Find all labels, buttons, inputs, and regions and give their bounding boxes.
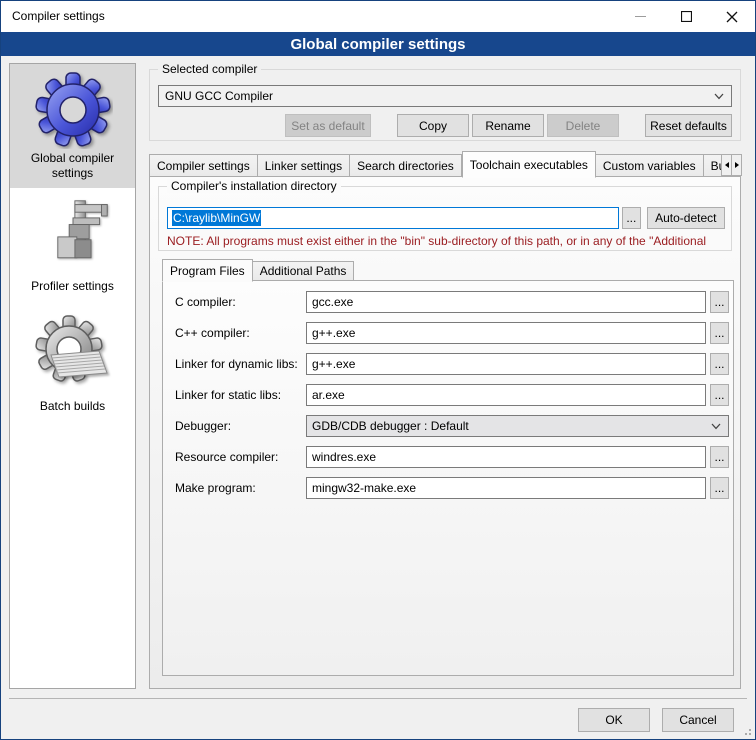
auto-detect-button[interactable]: Auto-detect <box>647 207 725 229</box>
program-files-panel: C compiler: gcc.exe ... C++ compiler: g+… <box>162 280 734 676</box>
field-label: C compiler: <box>175 295 236 309</box>
selected-compiler-group: Selected compiler GNU GCC Compiler Set a… <box>149 69 741 141</box>
browse-button[interactable]: ... <box>710 291 729 313</box>
field-row: Make program: mingw32-make.exe ... <box>163 477 727 499</box>
sidebar-item-batch-builds[interactable]: Batch builds <box>10 304 135 434</box>
tab-toolchain-executables[interactable]: Toolchain executables <box>462 151 596 178</box>
maximize-button[interactable] <box>663 1 709 32</box>
browse-button[interactable]: ... <box>710 477 729 499</box>
tab-program-files[interactable]: Program Files <box>162 259 253 282</box>
field-row: Linker for static libs: ar.exe ... <box>163 384 727 406</box>
maximize-icon <box>681 11 692 22</box>
field-row: C++ compiler: g++.exe ... <box>163 322 727 344</box>
compiler-select-value: GNU GCC Compiler <box>165 89 273 103</box>
close-icon <box>726 11 738 23</box>
browse-button[interactable]: ... <box>710 353 729 375</box>
tab-search-directories[interactable]: Search directories <box>350 154 462 177</box>
resize-grip[interactable] <box>741 725 751 735</box>
minimize-button[interactable] <box>617 1 663 32</box>
linker-dynamic-input[interactable]: g++.exe <box>306 353 706 375</box>
selected-text: C:\raylib\MinGW <box>172 210 261 226</box>
field-label: Make program: <box>175 481 256 495</box>
browse-button[interactable]: ... <box>710 384 729 406</box>
page-title: Global compiler settings <box>290 36 465 53</box>
right-arrow-icon <box>735 162 739 168</box>
tab-additional-paths[interactable]: Additional Paths <box>253 261 355 281</box>
field-row: Linker for dynamic libs: g++.exe ... <box>163 353 727 375</box>
reset-defaults-button[interactable]: Reset defaults <box>645 114 732 137</box>
group-legend: Compiler's installation directory <box>167 179 341 193</box>
sidebar-item-profiler-settings[interactable]: Profiler settings <box>10 188 135 304</box>
browse-directory-button[interactable]: ... <box>622 207 641 229</box>
field-label: Linker for dynamic libs: <box>175 357 298 371</box>
chevron-down-icon <box>711 423 721 430</box>
field-row: Resource compiler: windres.exe ... <box>163 446 727 468</box>
chevron-down-icon <box>714 93 724 100</box>
browse-button[interactable]: ... <box>710 446 729 468</box>
field-label: Linker for static libs: <box>175 388 281 402</box>
field-row: Debugger: GDB/CDB debugger : Default <box>163 415 727 437</box>
tab-compiler-settings[interactable]: Compiler settings <box>149 154 258 177</box>
left-arrow-icon <box>725 162 729 168</box>
resource-compiler-input[interactable]: windres.exe <box>306 446 706 468</box>
title-bar[interactable]: Compiler settings <box>1 1 755 32</box>
program-tabs: Program Files Additional Paths <box>162 258 354 281</box>
group-legend: Selected compiler <box>158 62 261 76</box>
field-label: Debugger: <box>175 419 231 433</box>
compiler-select[interactable]: GNU GCC Compiler <box>158 85 732 107</box>
sidebar-item-label: Batch builds <box>36 397 109 422</box>
close-button[interactable] <box>709 1 755 32</box>
copy-button[interactable]: Copy <box>397 114 469 137</box>
toolchain-executables-panel: Compiler's installation directory C:\ray… <box>149 176 741 689</box>
minimize-icon <box>635 11 646 22</box>
make-program-input[interactable]: mingw32-make.exe <box>306 477 706 499</box>
installation-directory-input[interactable]: C:\raylib\MinGW <box>167 207 619 229</box>
compiler-tabs: Compiler settings Linker settings Search… <box>149 150 741 177</box>
field-label: Resource compiler: <box>175 450 278 464</box>
tab-custom-variables[interactable]: Custom variables <box>596 154 704 177</box>
ok-button[interactable]: OK <box>578 708 650 732</box>
sidebar-item-label: Global compiler settings <box>10 149 135 189</box>
sidebar-item-global-compiler-settings[interactable]: Global compiler settings <box>10 64 135 188</box>
footer-divider <box>9 698 747 699</box>
window-title: Compiler settings <box>12 9 105 23</box>
compiler-settings-dialog: Compiler settings Global compiler settin… <box>0 0 756 740</box>
delete-button[interactable]: Delete <box>547 114 619 137</box>
field-row: C compiler: gcc.exe ... <box>163 291 727 313</box>
tab-linker-settings[interactable]: Linker settings <box>258 154 350 177</box>
dialog-header: Global compiler settings <box>1 32 755 56</box>
caliper-icon <box>30 193 116 277</box>
tab-scroll-right-button[interactable] <box>731 154 742 176</box>
c-compiler-input[interactable]: gcc.exe <box>306 291 706 313</box>
debugger-select[interactable]: GDB/CDB debugger : Default <box>306 415 729 437</box>
rename-button[interactable]: Rename <box>472 114 544 137</box>
browse-button[interactable]: ... <box>710 322 729 344</box>
cancel-button[interactable]: Cancel <box>662 708 734 732</box>
sidebar-item-label: Profiler settings <box>27 277 118 302</box>
installation-directory-group: Compiler's installation directory C:\ray… <box>158 186 732 251</box>
settings-category-list: Global compiler settings <box>9 63 136 689</box>
cpp-compiler-input[interactable]: g++.exe <box>306 322 706 344</box>
gray-gear-stack-icon <box>30 309 116 397</box>
field-label: C++ compiler: <box>175 326 250 340</box>
blue-gear-icon <box>30 69 116 149</box>
note-text: NOTE: All programs must exist either in … <box>167 234 730 248</box>
linker-static-input[interactable]: ar.exe <box>306 384 706 406</box>
set-as-default-button[interactable]: Set as default <box>285 114 371 137</box>
